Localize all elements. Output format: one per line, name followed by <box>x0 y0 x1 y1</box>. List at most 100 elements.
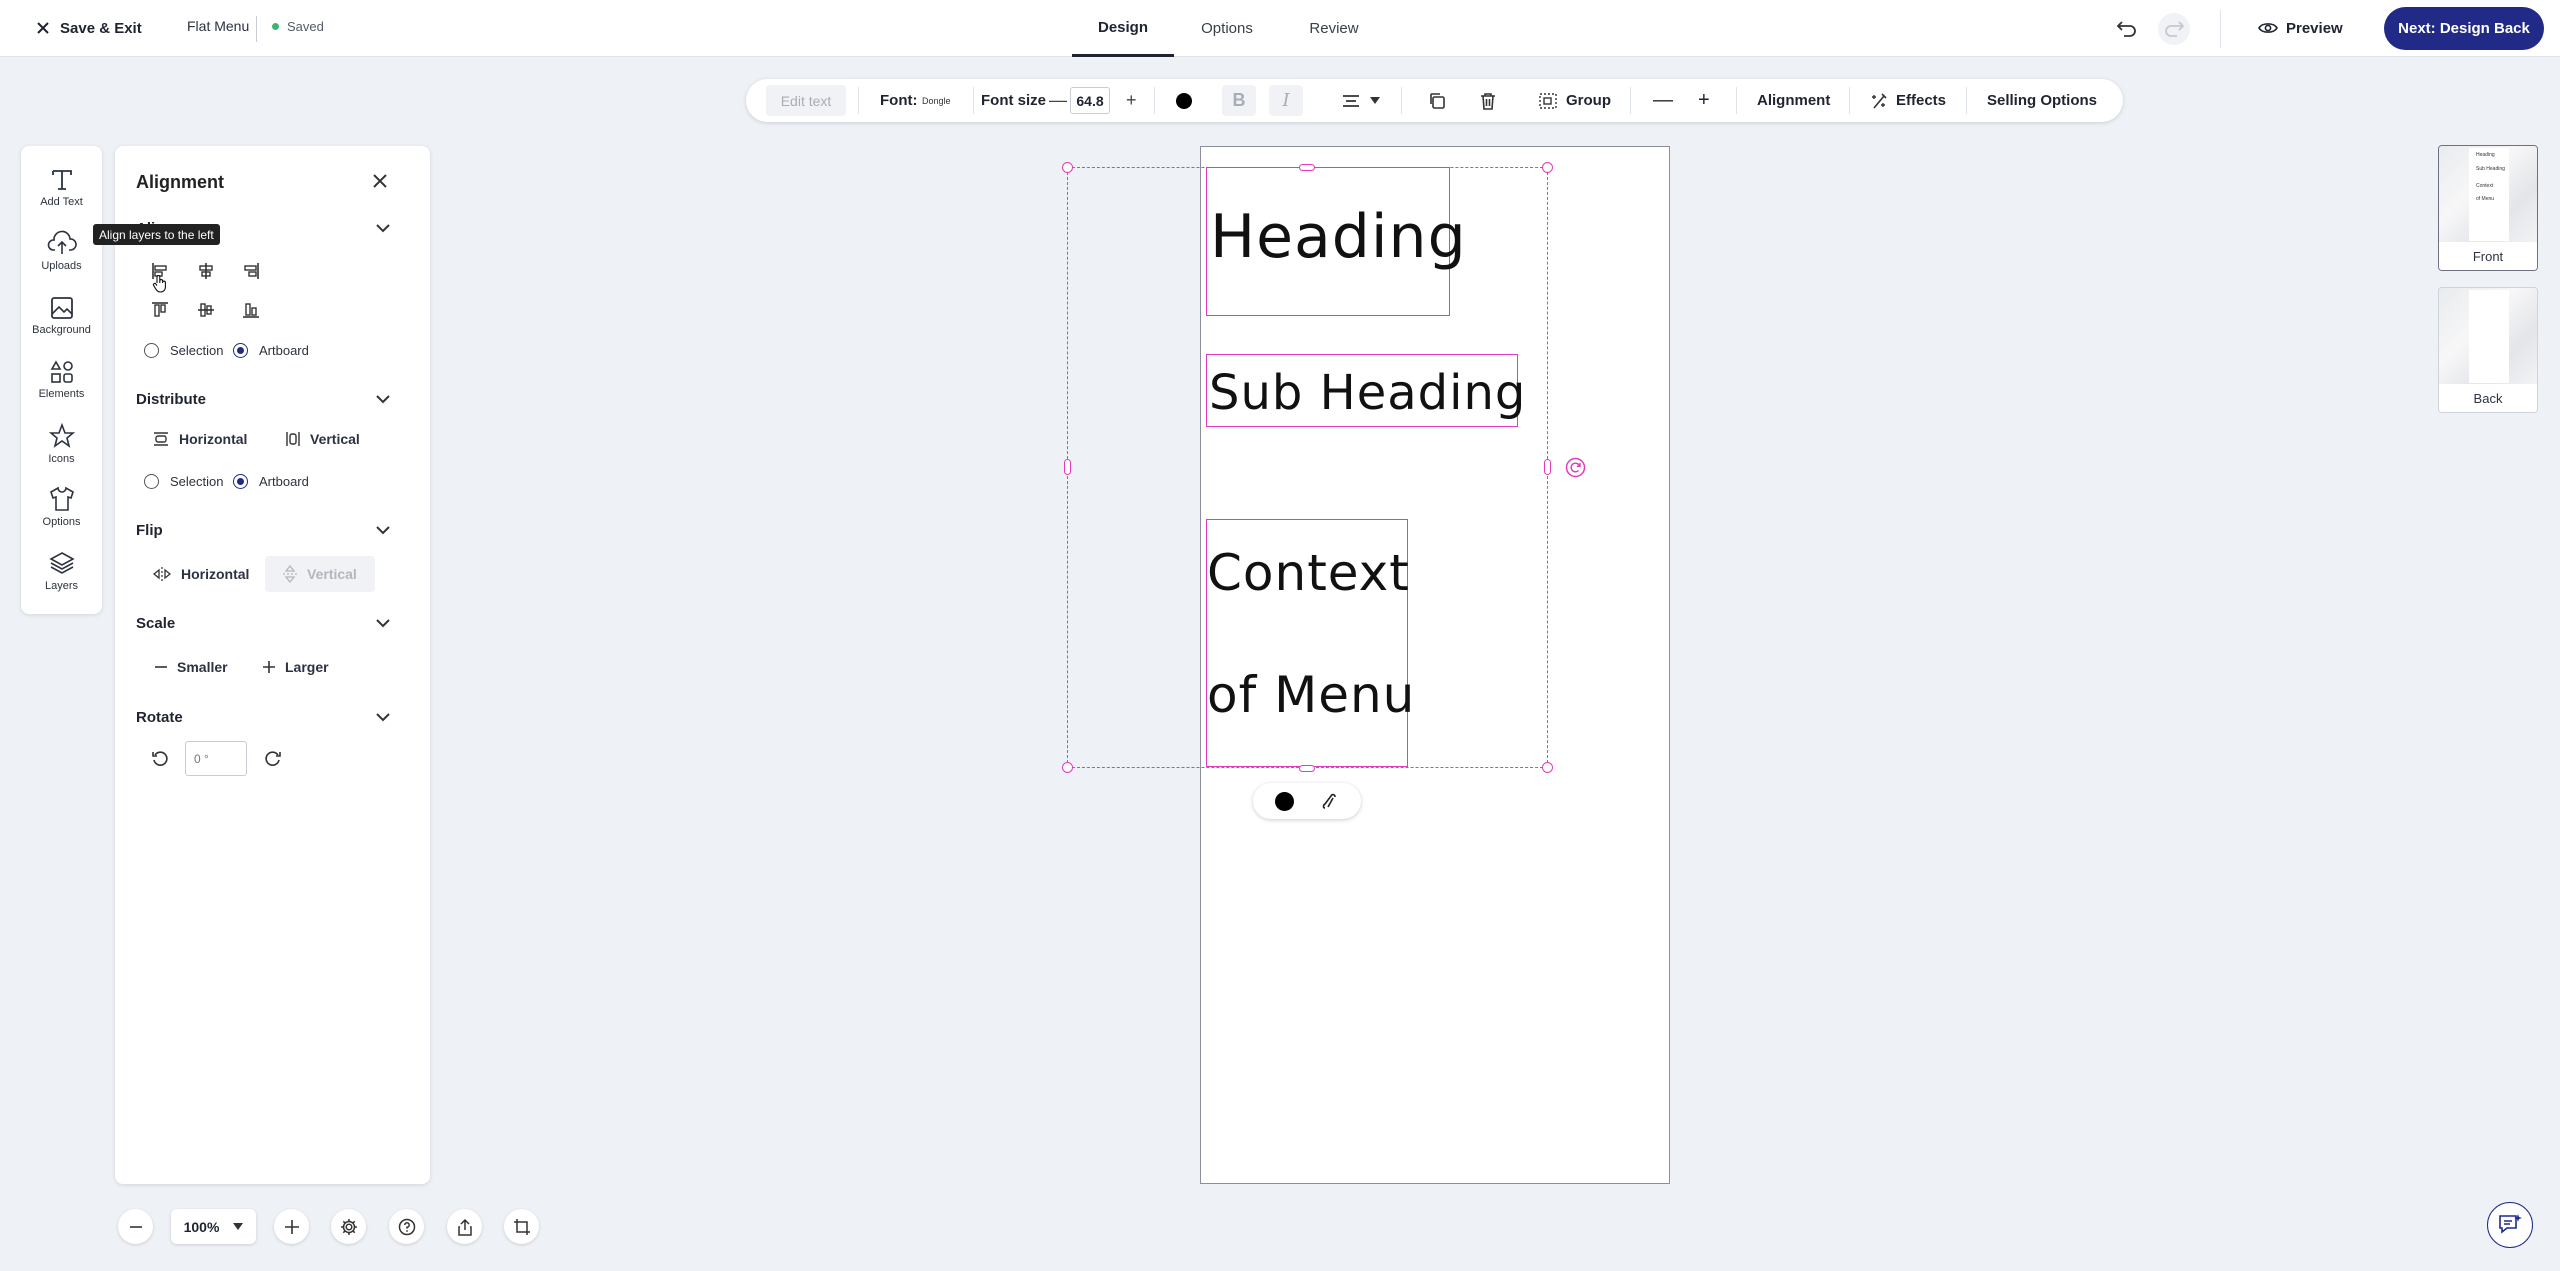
distribute-section-title: Distribute <box>136 391 207 408</box>
close-icon[interactable] <box>371 172 389 190</box>
thumbnail-image <box>2439 288 2537 385</box>
star-icon <box>48 423 75 448</box>
align-middle-button[interactable] <box>193 297 219 323</box>
resize-handle-bottom-left[interactable] <box>1062 762 1073 773</box>
align-horizontal-center-icon <box>199 263 213 279</box>
preview-button[interactable]: Preview <box>2258 16 2343 40</box>
undo-button[interactable] <box>2114 16 2140 42</box>
scale-section-title: Scale <box>136 615 176 632</box>
font-size-decrease-button[interactable]: — <box>1049 79 1067 122</box>
chat-support-button[interactable] <box>2487 1202 2533 1248</box>
edit-path-icon[interactable] <box>1319 791 1339 811</box>
text-icon <box>51 170 72 190</box>
rail-elements[interactable]: Elements <box>21 360 102 416</box>
preview-label: Preview <box>2286 19 2343 37</box>
selling-options-button[interactable]: Selling Options <box>1987 79 2097 122</box>
align-bottom-button[interactable] <box>238 297 264 323</box>
zoom-level-select[interactable]: 100% <box>171 1209 256 1244</box>
font-select[interactable]: Dongle <box>922 79 951 122</box>
rail-icons[interactable]: Icons <box>21 423 102 479</box>
group-button[interactable]: Group <box>1538 79 1611 122</box>
thumbnail-label: Back <box>2439 384 2537 412</box>
italic-button[interactable]: I <box>1269 85 1303 116</box>
zoom-out-button[interactable] <box>118 1209 153 1244</box>
align-top-button[interactable] <box>147 297 173 323</box>
rail-options[interactable]: Options <box>21 486 102 542</box>
align-relative-artboard-radio[interactable] <box>233 343 248 358</box>
chevron-down-icon[interactable] <box>375 712 391 722</box>
page-thumbnail-front[interactable]: Heading Sub Heading Context of Menu Fron… <box>2438 145 2538 271</box>
effects-button[interactable]: Effects <box>1870 79 1946 122</box>
layer-forward-button[interactable]: + <box>1698 79 1710 122</box>
effects-label: Effects <box>1896 92 1947 109</box>
align-relative-selection-radio[interactable] <box>144 343 159 358</box>
distribute-horizontal-button[interactable]: Horizontal <box>153 424 247 454</box>
resize-handle-top-right[interactable] <box>1542 162 1553 173</box>
rotate-angle-input[interactable]: 0 ° <box>185 741 247 776</box>
redo-button[interactable] <box>2158 13 2190 45</box>
share-button[interactable] <box>447 1209 482 1244</box>
chevron-down-icon[interactable] <box>375 223 391 233</box>
resize-handle-bottom[interactable] <box>1299 765 1315 772</box>
settings-button[interactable] <box>331 1209 366 1244</box>
quick-color-swatch[interactable] <box>1275 792 1294 811</box>
save-exit-button[interactable]: Save & Exit <box>36 16 142 40</box>
distribute-vertical-button[interactable]: Vertical <box>286 424 360 454</box>
tab-options[interactable]: Options <box>1177 0 1277 57</box>
tab-review[interactable]: Review <box>1283 0 1385 57</box>
next-design-back-button[interactable]: Next: Design Back <box>2384 7 2544 50</box>
crop-button[interactable] <box>504 1209 539 1244</box>
rail-background[interactable]: Background <box>21 296 102 352</box>
scale-larger-button[interactable]: Larger <box>263 652 329 682</box>
rail-add-text[interactable]: Add Text <box>21 168 102 224</box>
rotate-left-button[interactable] <box>147 746 173 772</box>
resize-handle-top[interactable] <box>1299 164 1315 171</box>
distribute-vertical-icon <box>286 432 300 446</box>
align-right-button[interactable] <box>238 258 264 284</box>
radio-label: Selection <box>170 343 224 358</box>
chevron-down-icon[interactable] <box>375 394 391 404</box>
alignment-button[interactable]: Alignment <box>1757 79 1830 122</box>
chevron-down-icon[interactable] <box>375 618 391 628</box>
divider <box>858 87 859 114</box>
align-center-horizontal-button[interactable] <box>193 258 219 284</box>
thumbnail-label: Front <box>2439 242 2537 270</box>
distribute-relative-artboard-radio[interactable] <box>233 474 248 489</box>
rotate-right-button[interactable] <box>260 746 286 772</box>
resize-handle-top-left[interactable] <box>1062 162 1073 173</box>
rail-uploads[interactable]: Uploads <box>21 230 102 286</box>
divider <box>1630 87 1631 114</box>
resize-handle-right[interactable] <box>1544 459 1551 475</box>
rail-layers[interactable]: Layers <box>21 550 102 606</box>
flip-vertical-button[interactable]: Vertical <box>265 556 375 592</box>
rotate-handle-icon[interactable] <box>1565 457 1586 478</box>
font-size-increase-button[interactable]: + <box>1126 79 1137 122</box>
help-icon <box>398 1218 415 1235</box>
button-label: Smaller <box>177 659 228 675</box>
minus-icon <box>129 1225 142 1228</box>
bold-button[interactable]: B <box>1222 85 1256 116</box>
zoom-in-button[interactable] <box>274 1209 309 1244</box>
layer-backward-button[interactable]: — <box>1653 79 1673 122</box>
help-button[interactable] <box>389 1209 424 1244</box>
page-thumbnail-back[interactable]: Back <box>2438 287 2538 413</box>
chevron-down-icon[interactable] <box>375 525 391 535</box>
align-center-icon <box>1343 94 1359 107</box>
delete-button[interactable] <box>1480 79 1496 122</box>
font-size-input[interactable]: 64.8 <box>1070 87 1110 114</box>
undo-icon <box>2116 21 2136 37</box>
scale-smaller-button[interactable]: Smaller <box>155 652 228 682</box>
resize-handle-left[interactable] <box>1064 459 1071 475</box>
selection-box[interactable] <box>1067 167 1548 768</box>
tab-design[interactable]: Design <box>1072 0 1174 57</box>
text-color-swatch[interactable] <box>1176 93 1192 109</box>
align-right-icon <box>244 263 259 279</box>
flip-vertical-icon <box>283 565 297 583</box>
resize-handle-bottom-right[interactable] <box>1542 762 1553 773</box>
duplicate-button[interactable] <box>1428 79 1446 122</box>
text-align-dropdown[interactable] <box>1342 79 1380 122</box>
flip-horizontal-button[interactable]: Horizontal <box>153 556 249 592</box>
redo-icon <box>2165 21 2185 37</box>
distribute-relative-selection-radio[interactable] <box>144 474 159 489</box>
edit-text-button[interactable]: Edit text <box>766 85 846 116</box>
